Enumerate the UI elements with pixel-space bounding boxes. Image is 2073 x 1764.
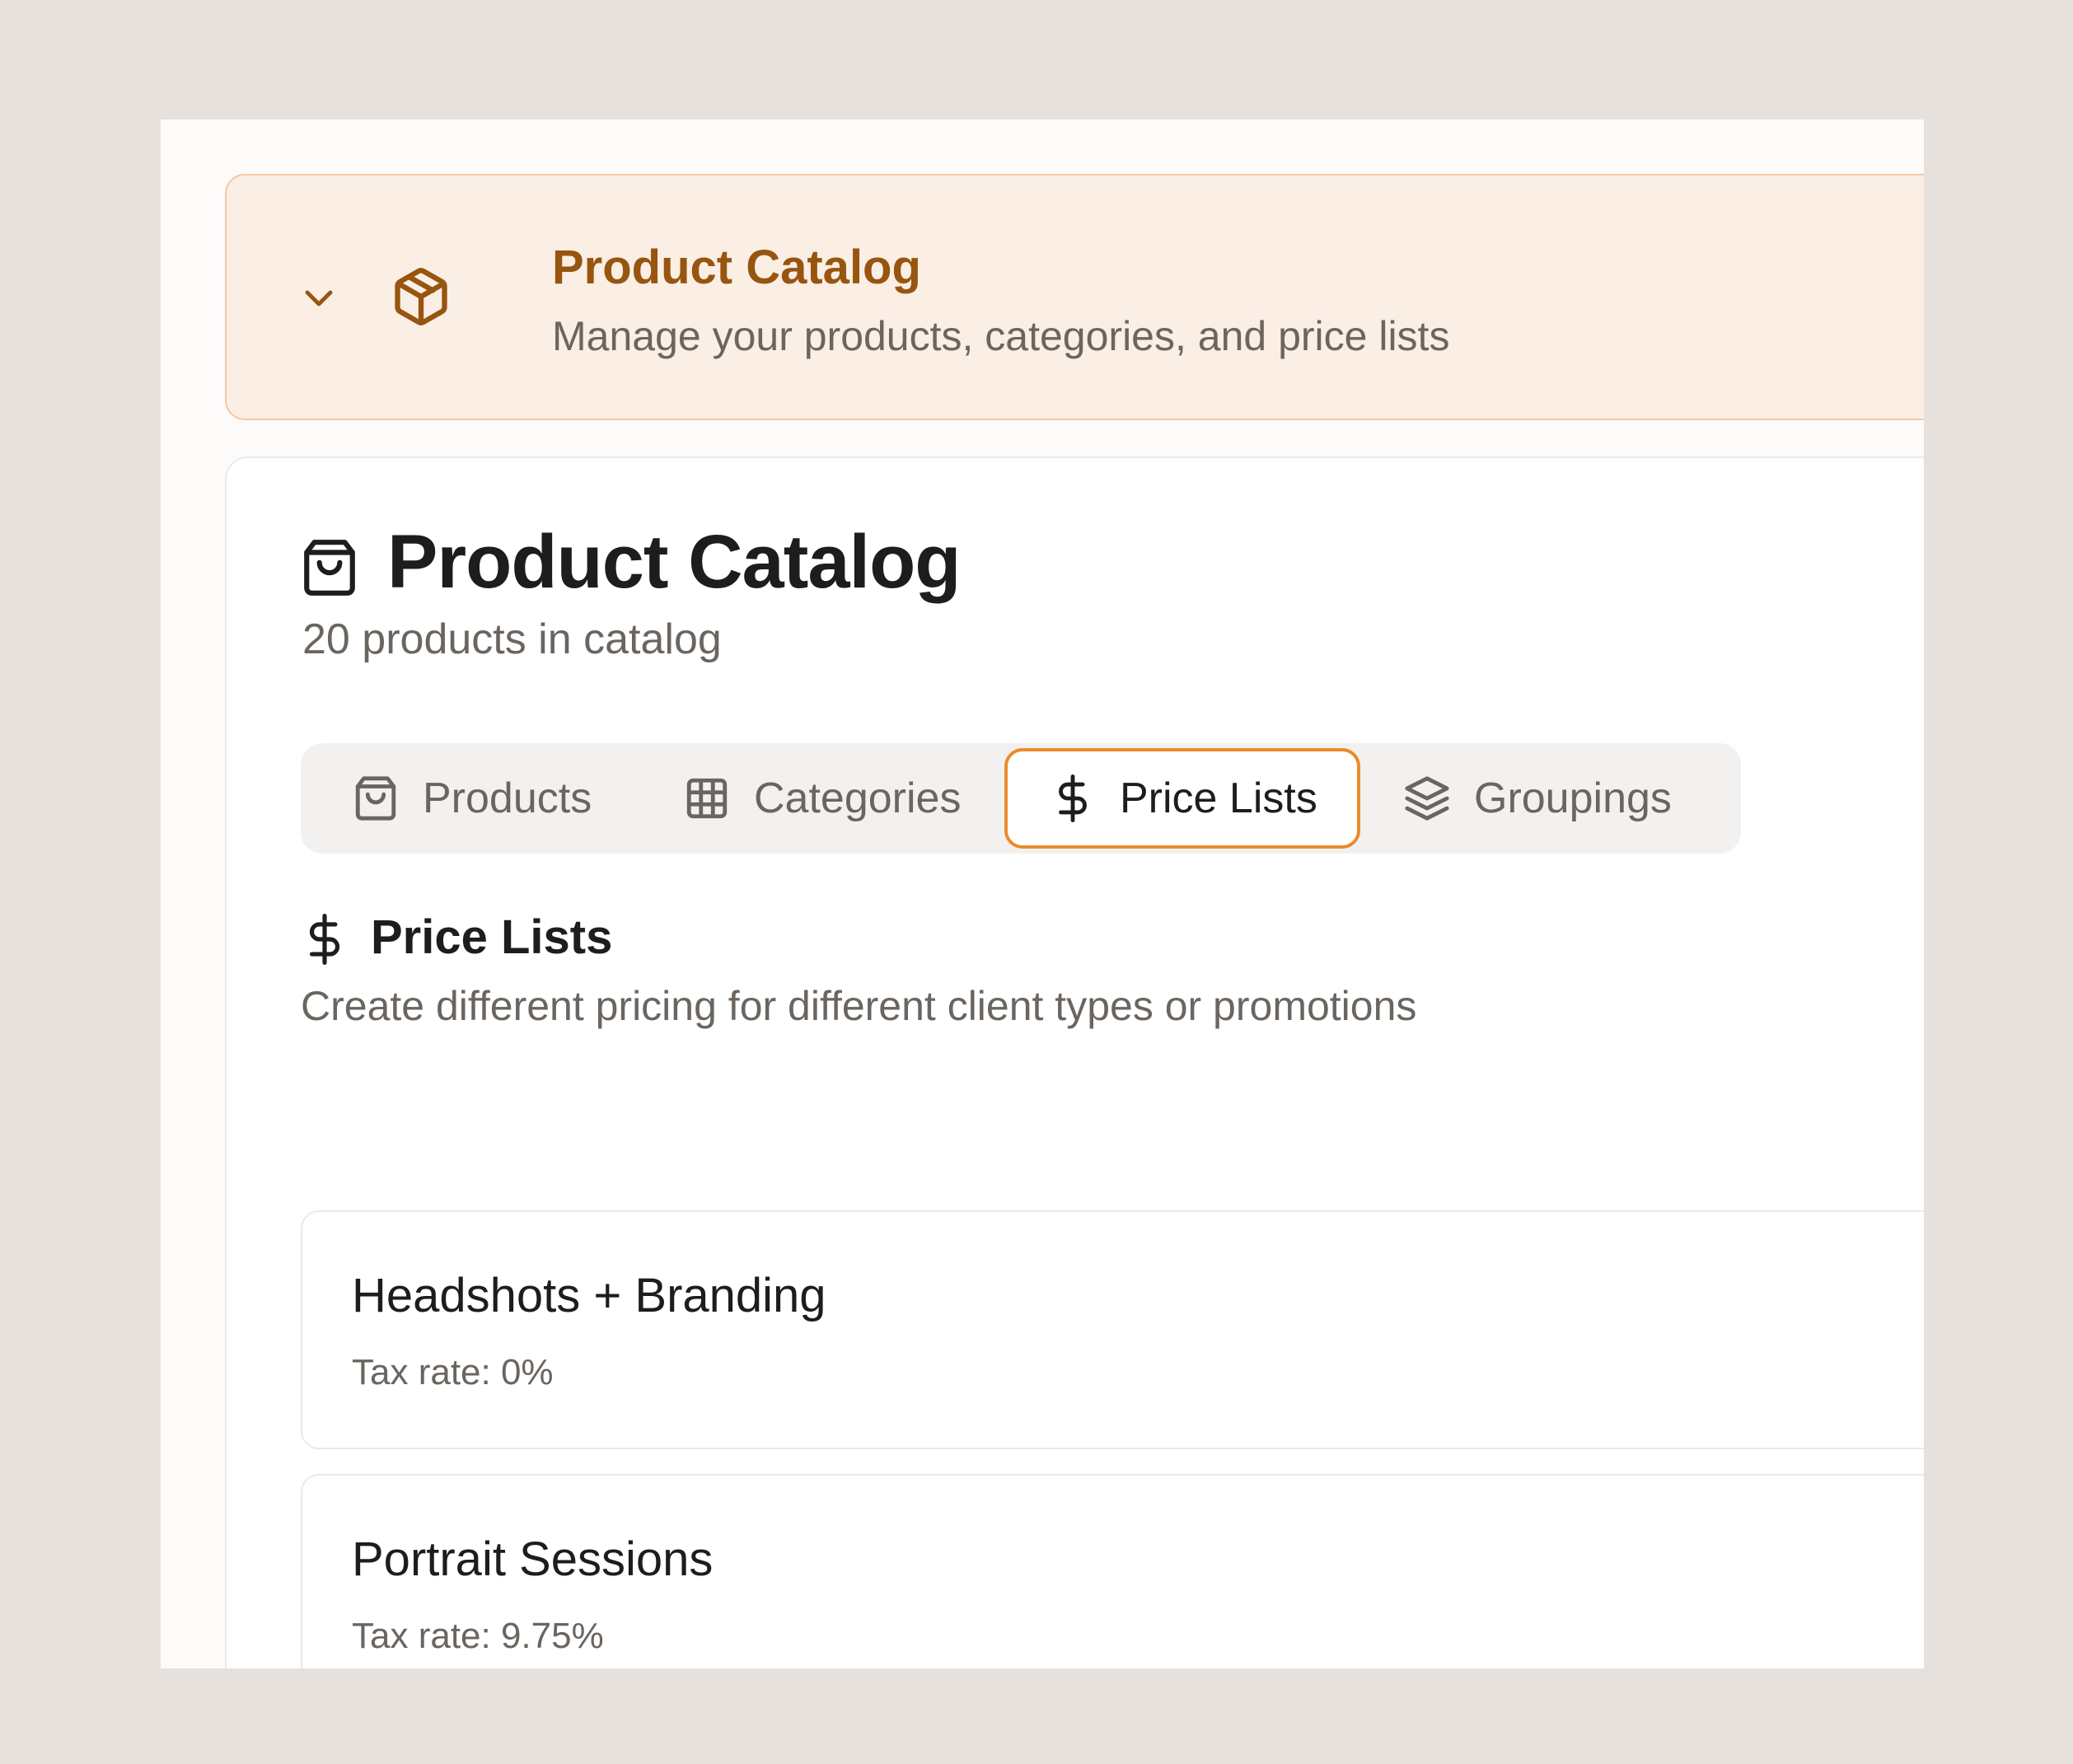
tab-label: Products	[423, 774, 592, 822]
tab-label: Categories	[754, 774, 962, 822]
price-list-item[interactable]: Headshots + Branding Tax rate: 0%	[301, 1210, 1924, 1449]
product-count: 20 products in catalog	[302, 615, 722, 663]
price-list-tax: Tax rate: 0%	[352, 1352, 554, 1392]
dollar-icon	[309, 914, 340, 965]
price-list-name: Portrait Sessions	[352, 1532, 714, 1586]
section-subtitle: Create different pricing for different c…	[301, 983, 1417, 1029]
page-title: Product Catalog	[387, 520, 961, 604]
tab-price-lists[interactable]: Price Lists	[1004, 748, 1360, 849]
tab-categories[interactable]: Categories	[683, 743, 961, 854]
layers-icon	[1405, 776, 1449, 821]
catalog-banner[interactable]: Product Catalog Manage your products, ca…	[225, 174, 1924, 420]
section-title: Price Lists	[371, 910, 613, 964]
tab-label: Groupings	[1474, 774, 1672, 822]
shopping-bag-icon	[304, 540, 355, 596]
shopping-bag-icon	[355, 776, 396, 821]
chevron-down-icon[interactable]	[299, 278, 339, 318]
catalog-card: Product Catalog 20 products in catalog P…	[225, 456, 1924, 1668]
tab-label: Price Lists	[1120, 774, 1317, 822]
dollar-icon	[1059, 774, 1087, 822]
tab-products[interactable]: Products	[352, 743, 592, 854]
package-icon	[395, 268, 447, 325]
banner-subtitle: Manage your products, categories, and pr…	[552, 313, 1450, 359]
price-list-tax: Tax rate: 9.75%	[352, 1616, 604, 1656]
tab-bar: Products Categories Price Lists Grouping…	[301, 743, 1741, 854]
price-list-item[interactable]: Portrait Sessions Tax rate: 9.75%	[301, 1474, 1924, 1668]
banner-title: Product Catalog	[552, 241, 921, 294]
tab-groupings[interactable]: Groupings	[1403, 743, 1672, 854]
grid-icon	[686, 778, 728, 819]
app-panel: Product Catalog Manage your products, ca…	[161, 119, 1924, 1668]
price-list-name: Headshots + Branding	[352, 1269, 826, 1322]
